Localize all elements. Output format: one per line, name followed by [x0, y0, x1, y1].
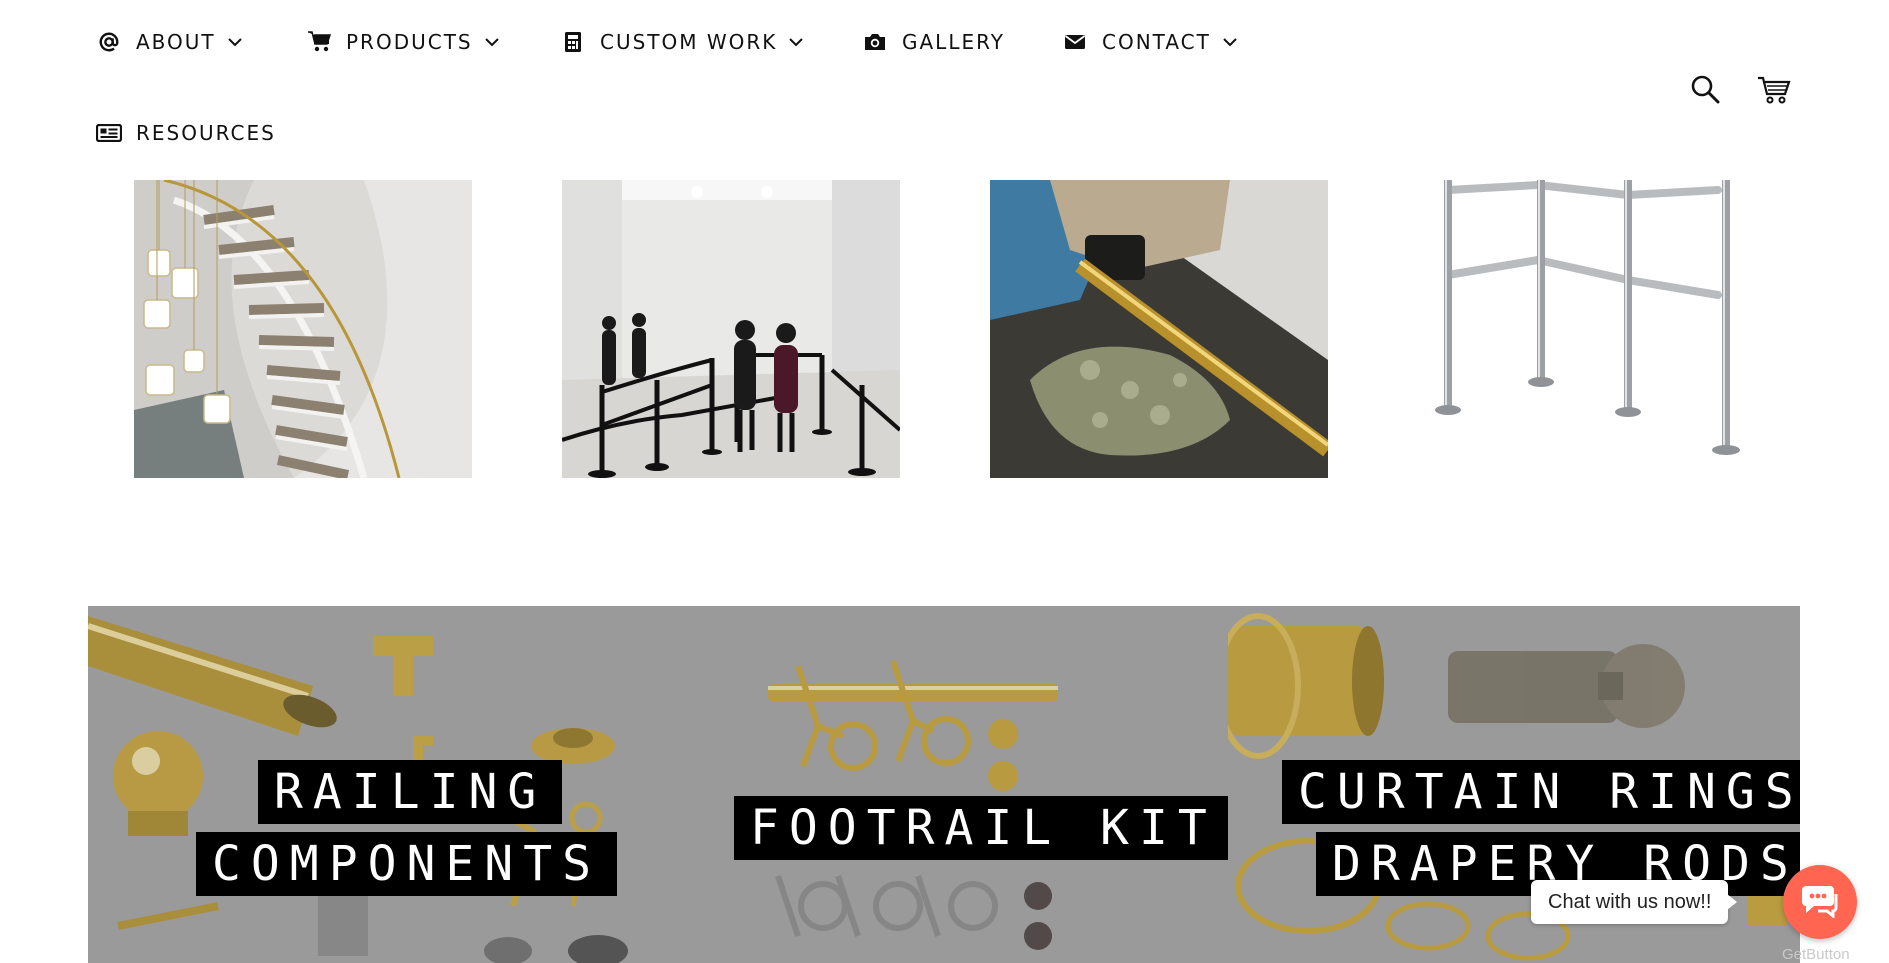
nav-item-about[interactable]: ABOUT: [96, 30, 242, 54]
nav-label-about: ABOUT: [136, 30, 216, 54]
nav-item-gallery[interactable]: GALLERY: [862, 30, 1005, 54]
chat-button[interactable]: [1783, 865, 1857, 939]
calculator-icon: [560, 31, 586, 53]
collection-label-line: CURTAIN RINGS &: [1282, 760, 1800, 824]
nav-item-products[interactable]: PRODUCTS: [306, 30, 499, 54]
chevron-down-icon: [789, 37, 804, 47]
nav-item-custom-work[interactable]: CUSTOM WORK: [560, 30, 804, 54]
nav-label-contact: CONTACT: [1102, 30, 1211, 54]
at-icon: [96, 31, 122, 53]
chat-prompt-bubble[interactable]: Chat with us now!!: [1531, 880, 1738, 924]
chevron-down-icon: [1223, 37, 1237, 47]
nav-label-products: PRODUCTS: [346, 30, 473, 54]
photo-polishing[interactable]: [990, 180, 1328, 478]
collection-label-line: COMPONENTS: [196, 832, 617, 896]
newspaper-icon: [96, 122, 122, 144]
search-icon[interactable]: [1688, 72, 1722, 106]
chat-icon: [1800, 882, 1840, 923]
powered-by-label: GetButton: [1782, 946, 1850, 963]
nav-label-custom-work: CUSTOM WORK: [600, 30, 778, 54]
chevron-down-icon: [227, 37, 242, 47]
collection-label-line: FOOTRAIL KIT: [734, 796, 1228, 860]
collection-railing-components[interactable]: RAILING COMPONENTS: [88, 606, 648, 963]
envelope-icon: [1062, 31, 1088, 53]
chat-prompt-text: Chat with us now!!: [1548, 890, 1712, 913]
nav-label-resources: RESOURCES: [136, 121, 276, 145]
photo-stanchions[interactable]: [562, 180, 900, 478]
collection-label-line: RAILING: [258, 760, 563, 824]
photo-chrome-railing[interactable]: [1418, 180, 1756, 478]
collection-footrail-kit[interactable]: FOOTRAIL KIT: [648, 606, 1228, 963]
nav-item-resources[interactable]: RESOURCES: [96, 121, 276, 145]
camera-icon: [862, 31, 888, 53]
cart-icon: [306, 31, 332, 53]
photo-staircase[interactable]: [134, 180, 472, 478]
chevron-down-icon: [484, 37, 499, 47]
nav-label-gallery: GALLERY: [902, 30, 1005, 54]
nav-item-contact[interactable]: CONTACT: [1062, 30, 1237, 54]
shopping-cart-icon[interactable]: [1756, 74, 1792, 106]
